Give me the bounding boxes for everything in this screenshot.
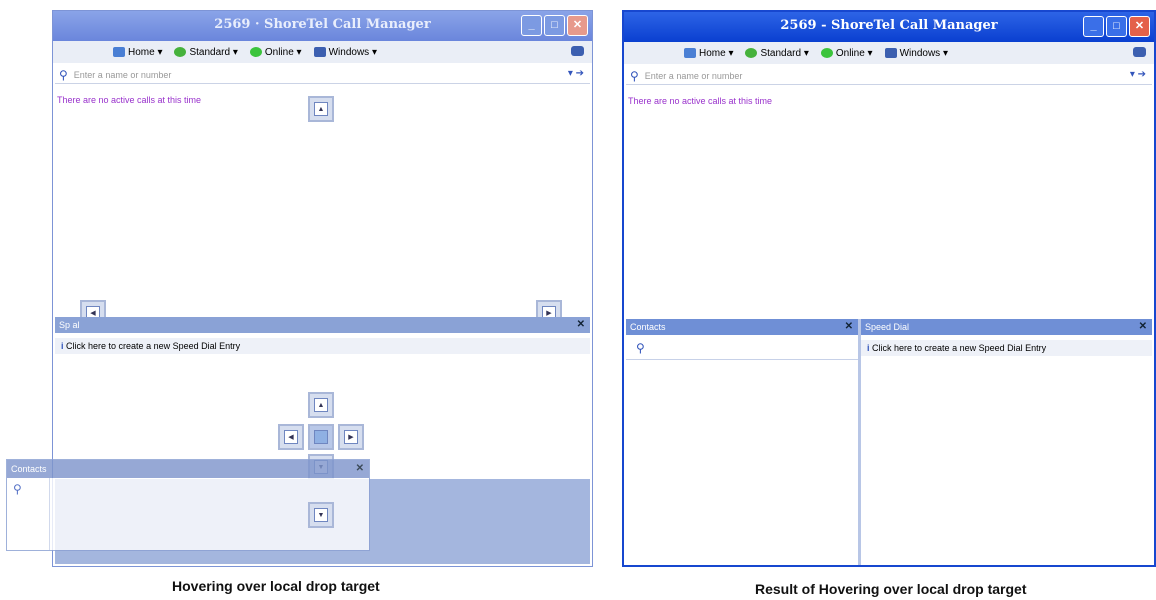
center-dock-icon [314, 430, 328, 444]
window-controls: _ □ ✕ [1083, 16, 1150, 37]
home-icon [113, 47, 125, 57]
search-placeholder: Enter a name or number [73, 69, 172, 80]
arrow-left-icon: ◀ [284, 430, 298, 444]
search-icon: ⚲ [13, 482, 22, 496]
call-manager-window-right: 2569 - ShoreTel Call Manager _ □ ✕ Home … [622, 10, 1156, 567]
window-controls: _ □ ✕ [521, 15, 588, 36]
home-icon [684, 48, 696, 58]
info-icon: i [61, 341, 64, 351]
info-icon: i [867, 343, 870, 353]
menu-online-label: Online ▾ [835, 47, 873, 59]
close-icon[interactable]: ✕ [1139, 319, 1147, 335]
minimize-button[interactable]: _ [521, 15, 542, 36]
menu-home-label: Home ▾ [699, 47, 734, 59]
close-icon[interactable]: ✕ [845, 319, 853, 335]
menu-bar: Home ▾ Standard ▾ Online ▾ Windows ▾ [53, 41, 592, 63]
search-input[interactable]: ⚲ Enter a name or number ▾ ➔ [626, 67, 1152, 85]
contacts-panel-header[interactable]: Contacts ✕ [626, 319, 858, 335]
close-icon[interactable]: ✕ [356, 460, 364, 478]
contacts-panel-header[interactable]: Contacts ✕ [7, 460, 369, 478]
speed-dial-info[interactable]: i Click here to create a new Speed Dial … [55, 338, 590, 354]
drop-target-bottom[interactable]: ▼ [308, 502, 334, 528]
caption-right: Result of Hovering over local drop targe… [755, 581, 1027, 597]
menu-home[interactable]: Home ▾ [113, 47, 162, 58]
menu-online[interactable]: Online ▾ [249, 46, 302, 58]
speed-dial-title: Sp al [59, 320, 80, 330]
contacts-title: Contacts [11, 464, 47, 474]
speed-dial-title: Speed Dial [865, 322, 910, 332]
drop-target-top[interactable]: ▲ [308, 96, 334, 122]
caption-left: Hovering over local drop target [172, 578, 380, 594]
speed-dial-info[interactable]: i Click here to create a new Speed Dial … [861, 340, 1152, 356]
contacts-search[interactable]: ⚲ [626, 338, 858, 360]
minimize-button[interactable]: _ [1083, 16, 1104, 37]
go-arrow-icon[interactable]: ▾ ➔ [568, 68, 584, 79]
window-title: 2569 - ShoreTel Call Manager [780, 18, 998, 33]
speed-dial-panel-header[interactable]: Sp al ✕ [55, 317, 590, 333]
standard-icon [174, 47, 187, 57]
phone-icon[interactable] [571, 46, 584, 56]
window-title: 2569 · ShoreTel Call Manager [214, 17, 431, 32]
contacts-divider [49, 478, 50, 550]
menu-home-label: Home ▾ [128, 46, 163, 58]
online-icon [249, 47, 262, 57]
contacts-title: Contacts [630, 322, 666, 332]
windows-icon [313, 47, 326, 57]
contacts-search[interactable]: ⚲ [7, 482, 49, 502]
menu-standard[interactable]: Standard ▾ [174, 46, 238, 58]
menu-standard-label: Standard ▾ [189, 46, 238, 58]
go-arrow-icon[interactable]: ▾ ➔ [1130, 69, 1146, 80]
arrow-right-icon: ▶ [344, 430, 358, 444]
menu-windows[interactable]: Windows ▾ [884, 47, 948, 59]
active-calls-status: There are no active calls at this time [57, 95, 202, 105]
online-icon [820, 48, 833, 58]
arrow-down-icon: ▼ [314, 508, 328, 522]
arrow-up-icon: ▲ [314, 398, 328, 412]
arrow-up-icon: ▲ [314, 102, 328, 116]
search-icon: ⚲ [59, 67, 68, 82]
speed-dial-info-text: Click here to create a new Speed Dial En… [872, 343, 1047, 353]
search-icon: ⚲ [636, 341, 645, 355]
close-icon[interactable]: ✕ [577, 317, 585, 333]
maximize-button[interactable]: □ [544, 15, 565, 36]
drop-target-cross-right[interactable]: ▶ [338, 424, 364, 450]
drop-target-cross-left[interactable]: ◀ [278, 424, 304, 450]
menu-online-label: Online ▾ [264, 46, 302, 58]
menu-standard-label: Standard ▾ [760, 47, 809, 59]
menu-windows[interactable]: Windows ▾ [313, 46, 377, 58]
menu-online[interactable]: Online ▾ [820, 47, 873, 59]
phone-icon[interactable] [1133, 47, 1146, 57]
speed-dial-panel-header[interactable]: Speed Dial ✕ [861, 319, 1152, 335]
maximize-button[interactable]: □ [1106, 16, 1127, 37]
standard-icon [745, 48, 758, 58]
window-title-bar[interactable]: 2569 - ShoreTel Call Manager [624, 12, 1154, 42]
menu-windows-label: Windows ▾ [328, 46, 377, 58]
window-title-bar[interactable]: 2569 · ShoreTel Call Manager [53, 11, 592, 41]
drop-target-cross-center[interactable] [308, 424, 334, 450]
windows-icon [884, 48, 897, 58]
close-button[interactable]: ✕ [567, 15, 588, 36]
speed-dial-info-text: Click here to create a new Speed Dial En… [66, 341, 241, 351]
search-icon: ⚲ [630, 68, 639, 83]
menu-windows-label: Windows ▾ [899, 47, 948, 59]
drop-target-cross-top[interactable]: ▲ [308, 392, 334, 418]
close-button[interactable]: ✕ [1129, 16, 1150, 37]
search-input[interactable]: ⚲ Enter a name or number ▾ ➔ [55, 66, 590, 84]
menu-home[interactable]: Home ▾ [684, 48, 733, 59]
active-calls-status: There are no active calls at this time [628, 96, 773, 106]
menu-bar: Home ▾ Standard ▾ Online ▾ Windows ▾ [624, 42, 1154, 64]
menu-standard[interactable]: Standard ▾ [745, 47, 809, 59]
search-placeholder: Enter a name or number [644, 70, 743, 81]
